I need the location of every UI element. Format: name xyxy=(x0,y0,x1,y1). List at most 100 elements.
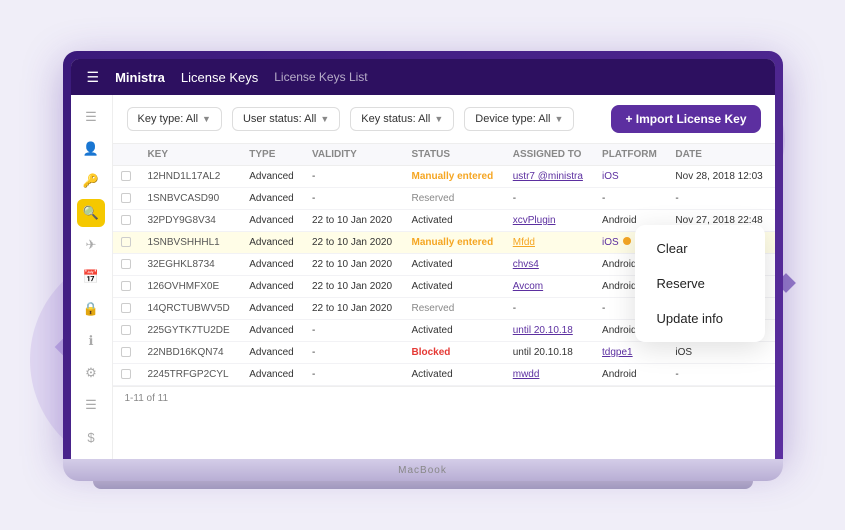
row-status: Activated xyxy=(404,254,505,276)
row-status: Reserved xyxy=(404,298,505,320)
row-platform: - xyxy=(594,188,667,210)
row-assigned[interactable]: xcvPlugin xyxy=(505,210,594,232)
row-checkbox[interactable] xyxy=(113,232,140,254)
laptop-foot xyxy=(93,481,753,489)
row-assigned: until 20.10.18 xyxy=(505,342,594,364)
row-key: 2245TRFGP2CYL xyxy=(139,364,241,386)
row-platform: tdgpe1 xyxy=(594,342,667,364)
row-checkbox[interactable] xyxy=(113,210,140,232)
row-checkbox[interactable] xyxy=(113,298,140,320)
row-type: Advanced xyxy=(241,342,304,364)
row-checkbox[interactable] xyxy=(113,320,140,342)
row-status: Blocked xyxy=(404,342,505,364)
row-type: Advanced xyxy=(241,298,304,320)
user-status-arrow: ▼ xyxy=(320,114,329,124)
key-status-filter[interactable]: Key status: All ▼ xyxy=(350,107,454,131)
row-key: 126OVHMFX0E xyxy=(139,276,241,298)
col-validity: VALIDITY xyxy=(304,144,404,166)
sidebar: ☰ 👤 🔑 🔍 ✈ 📅 🔒 ℹ ⚙ ☰ $ xyxy=(71,95,113,459)
hamburger-icon[interactable]: ☰ xyxy=(87,69,100,86)
nav-bar: ☰ Ministra License Keys License Keys Lis… xyxy=(71,59,775,95)
row-key: 1SNBVCASD90 xyxy=(139,188,241,210)
row-validity: - xyxy=(304,364,404,386)
table-row[interactable]: 2245TRFGP2CYL Advanced - Activated mwdd … xyxy=(113,364,775,386)
row-checkbox[interactable] xyxy=(113,342,140,364)
row-validity: 22 to 10 Jan 2020 xyxy=(304,276,404,298)
content-area: Key type: All ▼ User status: All ▼ Key s… xyxy=(113,95,775,459)
row-checkbox[interactable] xyxy=(113,276,140,298)
row-status: Activated xyxy=(404,276,505,298)
sidebar-icon-settings[interactable]: ⚙ xyxy=(77,359,105,387)
nav-brand: Ministra xyxy=(115,70,165,85)
row-validity: - xyxy=(304,188,404,210)
row-validity: 22 to 10 Jan 2020 xyxy=(304,210,404,232)
row-key: 14QRCTUBWV5D xyxy=(139,298,241,320)
row-key: 12HND1L17AL2 xyxy=(139,166,241,188)
filter-bar: Key type: All ▼ User status: All ▼ Key s… xyxy=(113,95,775,144)
row-status: Manually entered xyxy=(404,166,505,188)
row-status: Manually entered xyxy=(404,232,505,254)
row-assigned[interactable]: Mfdd xyxy=(505,232,594,254)
col-date: DATE xyxy=(667,144,774,166)
table-row[interactable]: 12HND1L17AL2 Advanced - Manually entered… xyxy=(113,166,775,188)
import-license-key-button[interactable]: + Import License Key xyxy=(611,105,760,133)
laptop-brand-label: MacBook xyxy=(398,465,447,476)
sidebar-icon-calendar[interactable]: 📅 xyxy=(77,263,105,291)
breadcrumb: License Keys List xyxy=(274,70,367,84)
sidebar-icon-info[interactable]: ℹ xyxy=(77,327,105,355)
main-content: ☰ 👤 🔑 🔍 ✈ 📅 🔒 ℹ ⚙ ☰ $ xyxy=(71,95,775,459)
row-validity: - xyxy=(304,166,404,188)
row-type: Advanced xyxy=(241,232,304,254)
row-validity: 22 to 10 Jan 2020 xyxy=(304,298,404,320)
row-assigned: - xyxy=(505,188,594,210)
sidebar-icon-send[interactable]: ✈ xyxy=(77,231,105,259)
sidebar-icon-list[interactable]: ☰ xyxy=(77,391,105,419)
device-type-filter[interactable]: Device type: All ▼ xyxy=(464,107,574,131)
row-key: 32PDY9G8V34 xyxy=(139,210,241,232)
row-type: Advanced xyxy=(241,276,304,298)
device-type-arrow: ▼ xyxy=(554,114,563,124)
sidebar-icon-users[interactable]: 👤 xyxy=(77,135,105,163)
row-assigned: - xyxy=(505,298,594,320)
context-menu-clear[interactable]: Clear xyxy=(635,231,765,266)
row-type: Advanced xyxy=(241,364,304,386)
col-checkbox xyxy=(113,144,140,166)
row-assigned[interactable]: ustr7 @ministra xyxy=(505,166,594,188)
laptop-screen: ☰ Ministra License Keys License Keys Lis… xyxy=(63,51,783,459)
sidebar-icon-lock[interactable]: 🔒 xyxy=(77,295,105,323)
row-status: Reserved xyxy=(404,188,505,210)
row-key: 22NBD16KQN74 xyxy=(139,342,241,364)
col-key: KEY xyxy=(139,144,241,166)
context-menu: Clear Reserve Update info xyxy=(635,225,765,342)
laptop-base: MacBook xyxy=(63,459,783,481)
context-menu-update-info[interactable]: Update info xyxy=(635,301,765,336)
row-assigned[interactable]: Avcom xyxy=(505,276,594,298)
key-status-arrow: ▼ xyxy=(434,114,443,124)
nav-section: License Keys xyxy=(181,70,258,85)
row-assigned[interactable]: until 20.10.18 xyxy=(505,320,594,342)
sidebar-icon-menu[interactable]: ☰ xyxy=(77,103,105,131)
row-checkbox[interactable] xyxy=(113,364,140,386)
row-checkbox[interactable] xyxy=(113,188,140,210)
table-header-row: KEY TYPE VALIDITY STATUS ASSIGNED TO PLA… xyxy=(113,144,775,166)
user-status-filter[interactable]: User status: All ▼ xyxy=(232,107,340,131)
key-type-filter[interactable]: Key type: All ▼ xyxy=(127,107,222,131)
table-row[interactable]: 1SNBVCASD90 Advanced - Reserved - - - xyxy=(113,188,775,210)
sidebar-icon-keys[interactable]: 🔑 xyxy=(77,167,105,195)
sidebar-icon-dollar[interactable]: $ xyxy=(77,423,105,451)
row-validity: - xyxy=(304,320,404,342)
row-validity: - xyxy=(304,342,404,364)
col-assigned: ASSIGNED TO xyxy=(505,144,594,166)
row-platform: Android xyxy=(594,364,667,386)
row-assigned[interactable]: chvs4 xyxy=(505,254,594,276)
row-date: iOS xyxy=(667,342,774,364)
row-checkbox[interactable] xyxy=(113,254,140,276)
key-type-arrow: ▼ xyxy=(202,114,211,124)
row-checkbox[interactable] xyxy=(113,166,140,188)
row-status: Activated xyxy=(404,364,505,386)
sidebar-icon-search[interactable]: 🔍 xyxy=(77,199,105,227)
screen-content: ☰ Ministra License Keys License Keys Lis… xyxy=(71,59,775,459)
table-row[interactable]: 22NBD16KQN74 Advanced - Blocked until 20… xyxy=(113,342,775,364)
context-menu-reserve[interactable]: Reserve xyxy=(635,266,765,301)
row-assigned[interactable]: mwdd xyxy=(505,364,594,386)
